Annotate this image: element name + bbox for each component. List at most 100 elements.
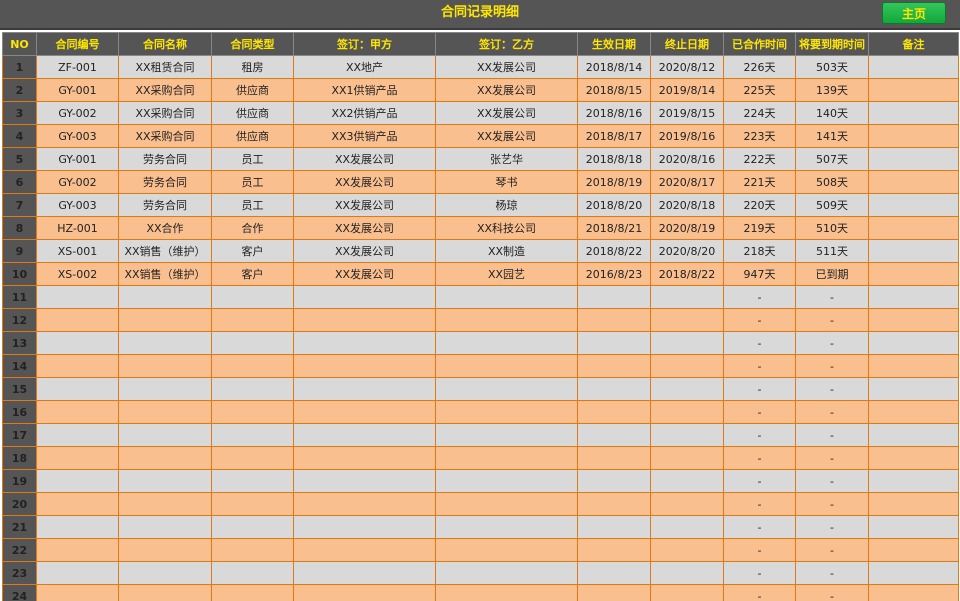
contract-id-cell[interactable]: GY-001	[36, 78, 119, 102]
contract-name-cell[interactable]	[118, 469, 212, 493]
party-a-cell[interactable]: XX发展公司	[293, 216, 436, 240]
end-date-cell[interactable]	[650, 446, 724, 470]
party-b-cell[interactable]: XX制造	[435, 239, 578, 263]
end-date-cell[interactable]: 2020/8/19	[650, 216, 724, 240]
days-to-expiry-cell[interactable]: 已到期	[795, 262, 869, 286]
notes-cell[interactable]	[868, 446, 959, 470]
party-a-cell[interactable]	[293, 354, 436, 378]
party-a-cell[interactable]	[293, 400, 436, 424]
contract-id-cell[interactable]	[36, 285, 119, 309]
contract-name-cell[interactable]	[118, 538, 212, 562]
party-b-cell[interactable]	[435, 584, 578, 601]
contract-name-cell[interactable]	[118, 423, 212, 447]
end-date-cell[interactable]	[650, 584, 724, 601]
column-header-party-b[interactable]: 签订：乙方	[435, 32, 578, 56]
party-b-cell[interactable]: 琴书	[435, 170, 578, 194]
contract-name-cell[interactable]	[118, 308, 212, 332]
start-date-cell[interactable]: 2018/8/22	[577, 239, 651, 263]
days-cooperated-cell[interactable]: -	[723, 400, 796, 424]
contract-type-cell[interactable]: 员工	[211, 170, 294, 194]
contract-id-cell[interactable]	[36, 561, 119, 585]
party-a-cell[interactable]	[293, 469, 436, 493]
contract-id-cell[interactable]: GY-003	[36, 193, 119, 217]
end-date-cell[interactable]	[650, 515, 724, 539]
days-to-expiry-cell[interactable]: 507天	[795, 147, 869, 171]
start-date-cell[interactable]: 2018/8/17	[577, 124, 651, 148]
notes-cell[interactable]	[868, 538, 959, 562]
start-date-cell[interactable]: 2018/8/15	[577, 78, 651, 102]
column-header-party-a[interactable]: 签订：甲方	[293, 32, 436, 56]
party-b-cell[interactable]	[435, 492, 578, 516]
party-b-cell[interactable]: 杨琼	[435, 193, 578, 217]
days-to-expiry-cell[interactable]: -	[795, 285, 869, 309]
party-b-cell[interactable]	[435, 446, 578, 470]
contract-name-cell[interactable]	[118, 515, 212, 539]
end-date-cell[interactable]: 2020/8/12	[650, 55, 724, 79]
end-date-cell[interactable]: 2019/8/16	[650, 124, 724, 148]
contract-type-cell[interactable]: 供应商	[211, 101, 294, 125]
days-to-expiry-cell[interactable]: 509天	[795, 193, 869, 217]
notes-cell[interactable]	[868, 216, 959, 240]
contract-name-cell[interactable]	[118, 400, 212, 424]
contract-type-cell[interactable]: 合作	[211, 216, 294, 240]
days-to-expiry-cell[interactable]: -	[795, 423, 869, 447]
start-date-cell[interactable]	[577, 400, 651, 424]
contract-type-cell[interactable]: 客户	[211, 239, 294, 263]
party-a-cell[interactable]	[293, 423, 436, 447]
start-date-cell[interactable]	[577, 308, 651, 332]
days-to-expiry-cell[interactable]: 140天	[795, 101, 869, 125]
notes-cell[interactable]	[868, 331, 959, 355]
notes-cell[interactable]	[868, 492, 959, 516]
start-date-cell[interactable]	[577, 285, 651, 309]
days-to-expiry-cell[interactable]: -	[795, 354, 869, 378]
days-to-expiry-cell[interactable]: -	[795, 377, 869, 401]
contract-name-cell[interactable]: 劳务合同	[118, 147, 212, 171]
party-a-cell[interactable]: XX3供销产品	[293, 124, 436, 148]
notes-cell[interactable]	[868, 78, 959, 102]
contract-type-cell[interactable]: 租房	[211, 55, 294, 79]
days-cooperated-cell[interactable]: -	[723, 584, 796, 601]
end-date-cell[interactable]	[650, 561, 724, 585]
days-cooperated-cell[interactable]: -	[723, 308, 796, 332]
end-date-cell[interactable]	[650, 331, 724, 355]
end-date-cell[interactable]: 2019/8/15	[650, 101, 724, 125]
end-date-cell[interactable]	[650, 285, 724, 309]
days-cooperated-cell[interactable]: -	[723, 377, 796, 401]
contract-type-cell[interactable]	[211, 285, 294, 309]
notes-cell[interactable]	[868, 193, 959, 217]
days-to-expiry-cell[interactable]: -	[795, 446, 869, 470]
contract-type-cell[interactable]	[211, 561, 294, 585]
contract-type-cell[interactable]	[211, 354, 294, 378]
party-a-cell[interactable]	[293, 331, 436, 355]
start-date-cell[interactable]: 2018/8/21	[577, 216, 651, 240]
party-b-cell[interactable]	[435, 423, 578, 447]
days-cooperated-cell[interactable]: -	[723, 538, 796, 562]
start-date-cell[interactable]: 2018/8/20	[577, 193, 651, 217]
contract-id-cell[interactable]	[36, 469, 119, 493]
column-header-no[interactable]: NO	[2, 32, 37, 56]
contract-name-cell[interactable]	[118, 561, 212, 585]
contract-type-cell[interactable]: 员工	[211, 147, 294, 171]
contract-name-cell[interactable]	[118, 285, 212, 309]
contract-type-cell[interactable]	[211, 515, 294, 539]
days-to-expiry-cell[interactable]: -	[795, 561, 869, 585]
party-b-cell[interactable]	[435, 469, 578, 493]
contract-id-cell[interactable]	[36, 492, 119, 516]
contract-name-cell[interactable]: 劳务合同	[118, 193, 212, 217]
start-date-cell[interactable]	[577, 423, 651, 447]
start-date-cell[interactable]	[577, 469, 651, 493]
party-a-cell[interactable]: XX发展公司	[293, 239, 436, 263]
party-b-cell[interactable]: XX园艺	[435, 262, 578, 286]
party-b-cell[interactable]	[435, 331, 578, 355]
days-cooperated-cell[interactable]: -	[723, 492, 796, 516]
days-cooperated-cell[interactable]: -	[723, 561, 796, 585]
contract-type-cell[interactable]: 客户	[211, 262, 294, 286]
end-date-cell[interactable]	[650, 423, 724, 447]
end-date-cell[interactable]	[650, 492, 724, 516]
party-b-cell[interactable]: XX发展公司	[435, 101, 578, 125]
days-cooperated-cell[interactable]: 219天	[723, 216, 796, 240]
party-b-cell[interactable]: XX发展公司	[435, 78, 578, 102]
party-b-cell[interactable]: 张艺华	[435, 147, 578, 171]
party-a-cell[interactable]: XX地产	[293, 55, 436, 79]
party-a-cell[interactable]	[293, 446, 436, 470]
